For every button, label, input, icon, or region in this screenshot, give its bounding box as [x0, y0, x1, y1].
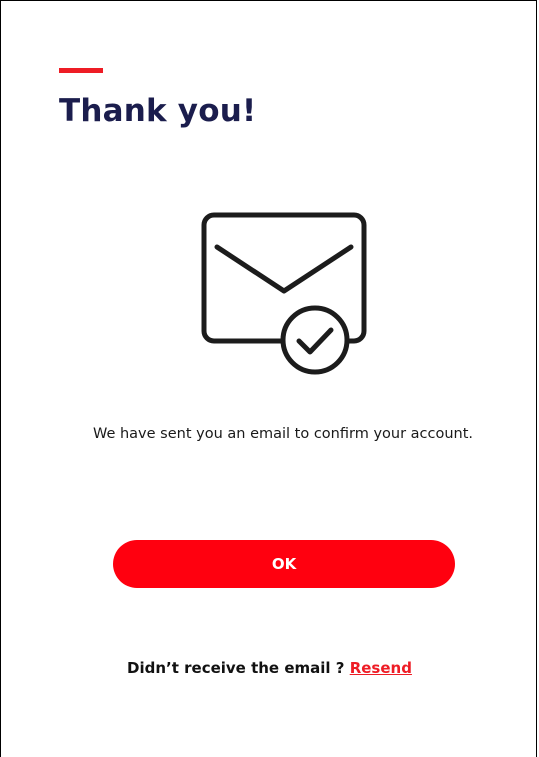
- confirmation-screen: Thank you! We have sent you an email to …: [0, 0, 537, 757]
- confirmation-message: We have sent you an email to confirm you…: [92, 426, 474, 442]
- check-badge-shape: [280, 305, 350, 375]
- ok-button[interactable]: OK: [113, 540, 455, 588]
- email-sent-check-icon: [195, 209, 375, 381]
- resend-link[interactable]: Resend: [350, 659, 412, 677]
- resend-prompt: Didn’t receive the email ? Resend: [1, 659, 538, 677]
- title-accent-bar: [59, 68, 103, 73]
- envelope-flap-shape: [214, 244, 354, 294]
- page-title: Thank you!: [59, 93, 257, 129]
- resend-prompt-text: Didn’t receive the email ?: [127, 659, 345, 677]
